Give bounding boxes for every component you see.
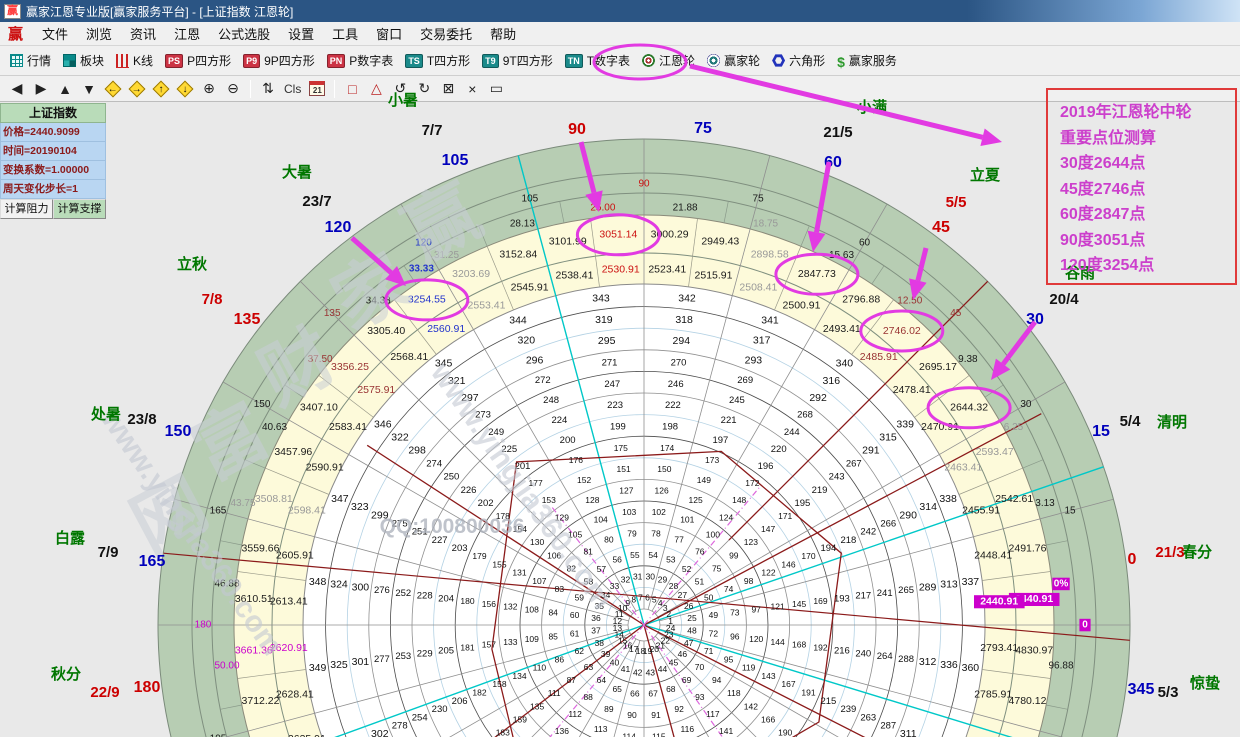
toolbar-winner-service[interactable]: $ 赢家服务	[831, 49, 903, 72]
menu-item-交易委托[interactable]: 交易委托	[411, 22, 481, 45]
tool-select-tool-icon[interactable]: ▭	[485, 79, 507, 99]
toolbar-9p-square[interactable]: P9 9P四方形	[237, 49, 321, 72]
toolbar-t-square[interactable]: TS T四方形	[399, 49, 476, 72]
annotation-line: 60度2847点	[1060, 202, 1235, 228]
tool-nav-left-icon[interactable]: ◀	[6, 79, 28, 99]
kline-icon	[116, 54, 129, 68]
quote-rows: 价格=2440.9099时间=20190104变换系数=1.00000周天变化步…	[0, 123, 106, 199]
tool-nav-right-icon[interactable]: ▶	[30, 79, 52, 99]
winner-wheel-label: 赢家轮	[724, 52, 760, 69]
tool-zoom-out-icon[interactable]: ⊖	[222, 79, 244, 99]
gann-wheel-label: 江恩轮	[659, 52, 695, 69]
index-name: 上证指数	[0, 103, 106, 123]
main-toolbar: 行情 板块 K线 PS P四方形 P9 9P四方形 PNP数字表 TS T四方形 T9 9T四方形 TN…	[0, 46, 1240, 76]
p-square-icon: PS	[165, 54, 183, 68]
tool-nav-up-icon[interactable]: ▲	[54, 79, 76, 99]
t-square-label: T四方形	[427, 52, 470, 69]
quote-row: 周天变化步长=1	[0, 180, 106, 199]
hexagon-label: 六角形	[789, 52, 825, 69]
menu-item-公式选股[interactable]: 公式选股	[209, 22, 279, 45]
menu-items: 文件浏览资讯江恩公式选股设置工具窗口交易委托帮助	[33, 22, 525, 45]
quote-panel: 上证指数 价格=2440.9099时间=20190104变换系数=1.00000…	[0, 103, 106, 219]
9t-square-icon: T9	[482, 54, 499, 68]
calc-support-button[interactable]: 计算支撑	[53, 199, 106, 219]
tool-pan-left-icon[interactable]: ←	[102, 79, 124, 99]
menu-item-文件[interactable]: 文件	[33, 22, 77, 45]
tool-rotate-cw-icon[interactable]: ↻	[413, 79, 435, 99]
tool-pan-down-icon[interactable]: ↓	[174, 79, 196, 99]
sectors-label: 板块	[80, 52, 104, 69]
menu-bar: 赢 文件浏览资讯江恩公式选股设置工具窗口交易委托帮助	[0, 22, 1240, 46]
menu-item-江恩[interactable]: 江恩	[165, 22, 209, 45]
winner-service-label: 赢家服务	[849, 52, 897, 69]
toolbar-sectors[interactable]: 板块	[57, 49, 110, 72]
tool-nav-down-icon[interactable]: ▼	[78, 79, 100, 99]
tool-pan-up-icon[interactable]: ↑	[150, 79, 172, 99]
menu-item-资讯[interactable]: 资讯	[121, 22, 165, 45]
annotation-line: 2019年江恩轮中轮	[1060, 100, 1235, 126]
menu-item-工具[interactable]: 工具	[323, 22, 367, 45]
toolbar-kline[interactable]: K线	[110, 49, 159, 72]
tool-cross-tool-icon[interactable]: ×	[461, 79, 483, 99]
t-number-table-label: T数字表	[587, 52, 630, 69]
annotation-box: 2019年江恩轮中轮重要点位测算30度2644点45度2746点60度2847点…	[1046, 88, 1237, 285]
toolbar-9t-square[interactable]: T9 9T四方形	[476, 49, 559, 72]
quote-row: 变换系数=1.00000	[0, 161, 106, 180]
winner-service-icon: $	[837, 54, 845, 67]
quotes-icon	[10, 54, 23, 67]
quotes-label: 行情	[27, 52, 51, 69]
p-square-label: P四方形	[187, 52, 231, 69]
winner-wheel-icon	[707, 54, 720, 67]
annotation-line: 120度3254点	[1060, 253, 1235, 279]
t-square-icon: TS	[405, 54, 423, 68]
toolbar-quotes[interactable]: 行情	[4, 49, 57, 72]
app-icon: 赢	[4, 4, 21, 19]
toolbar-separator	[250, 80, 251, 98]
annotation-line: 45度2746点	[1060, 177, 1235, 203]
menu-item-帮助[interactable]: 帮助	[481, 22, 525, 45]
quote-row: 时间=20190104	[0, 142, 106, 161]
quote-row: 价格=2440.9099	[0, 123, 106, 142]
tool-clear-icon[interactable]: Cls	[281, 79, 304, 99]
app-logo: 赢	[8, 23, 23, 44]
menu-item-浏览[interactable]: 浏览	[77, 22, 121, 45]
sectors-icon	[63, 54, 76, 67]
kline-label: K线	[133, 52, 153, 69]
9p-square-icon: P9	[243, 54, 260, 68]
toolbar-winner-wheel[interactable]: 赢家轮	[701, 49, 766, 72]
tool-calendar-icon[interactable]: 21	[306, 79, 328, 99]
tool-pan-right-icon[interactable]: →	[126, 79, 148, 99]
toolbar-p-number-table[interactable]: PNP数字表	[321, 49, 400, 72]
window-titlebar: 赢 赢家江恩专业版[赢家服务平台] - [上证指数 江恩轮]	[0, 0, 1240, 22]
p-number-table-label: P数字表	[349, 52, 393, 69]
toolbar-hexagon[interactable]: 六角形	[766, 49, 831, 72]
toolbar-gann-wheel[interactable]: 江恩轮	[636, 49, 701, 72]
9p-square-label: 9P四方形	[264, 52, 315, 69]
annotation-line: 30度2644点	[1060, 151, 1235, 177]
window-title: 赢家江恩专业版[赢家服务平台] - [上证指数 江恩轮]	[26, 3, 293, 20]
tool-delete-box-icon[interactable]: ⊠	[437, 79, 459, 99]
tool-rotate-ccw-icon[interactable]: ↺	[389, 79, 411, 99]
gann-wheel-icon	[642, 54, 655, 67]
9t-square-label: 9T四方形	[503, 52, 553, 69]
hexagon-icon	[772, 54, 785, 67]
toolbar-separator	[334, 80, 335, 98]
p-number-table-icon: PN	[327, 54, 346, 68]
annotation-line: 重要点位测算	[1060, 126, 1235, 152]
calc-resistance-button[interactable]: 计算阻力	[0, 199, 53, 219]
tool-rect-tool-icon[interactable]: □	[341, 79, 363, 99]
tool-triangle-tool-icon[interactable]: △	[365, 79, 387, 99]
menu-item-窗口[interactable]: 窗口	[367, 22, 411, 45]
menu-item-设置[interactable]: 设置	[279, 22, 323, 45]
tool-scale-tool-icon[interactable]: ⇅	[257, 79, 279, 99]
annotation-line: 90度3051点	[1060, 228, 1235, 254]
t-number-table-icon: TN	[565, 54, 583, 68]
tool-zoom-in-icon[interactable]: ⊕	[198, 79, 220, 99]
toolbar-p-square[interactable]: PS P四方形	[159, 49, 237, 72]
toolbar-t-number-table[interactable]: TN T数字表	[559, 49, 636, 72]
